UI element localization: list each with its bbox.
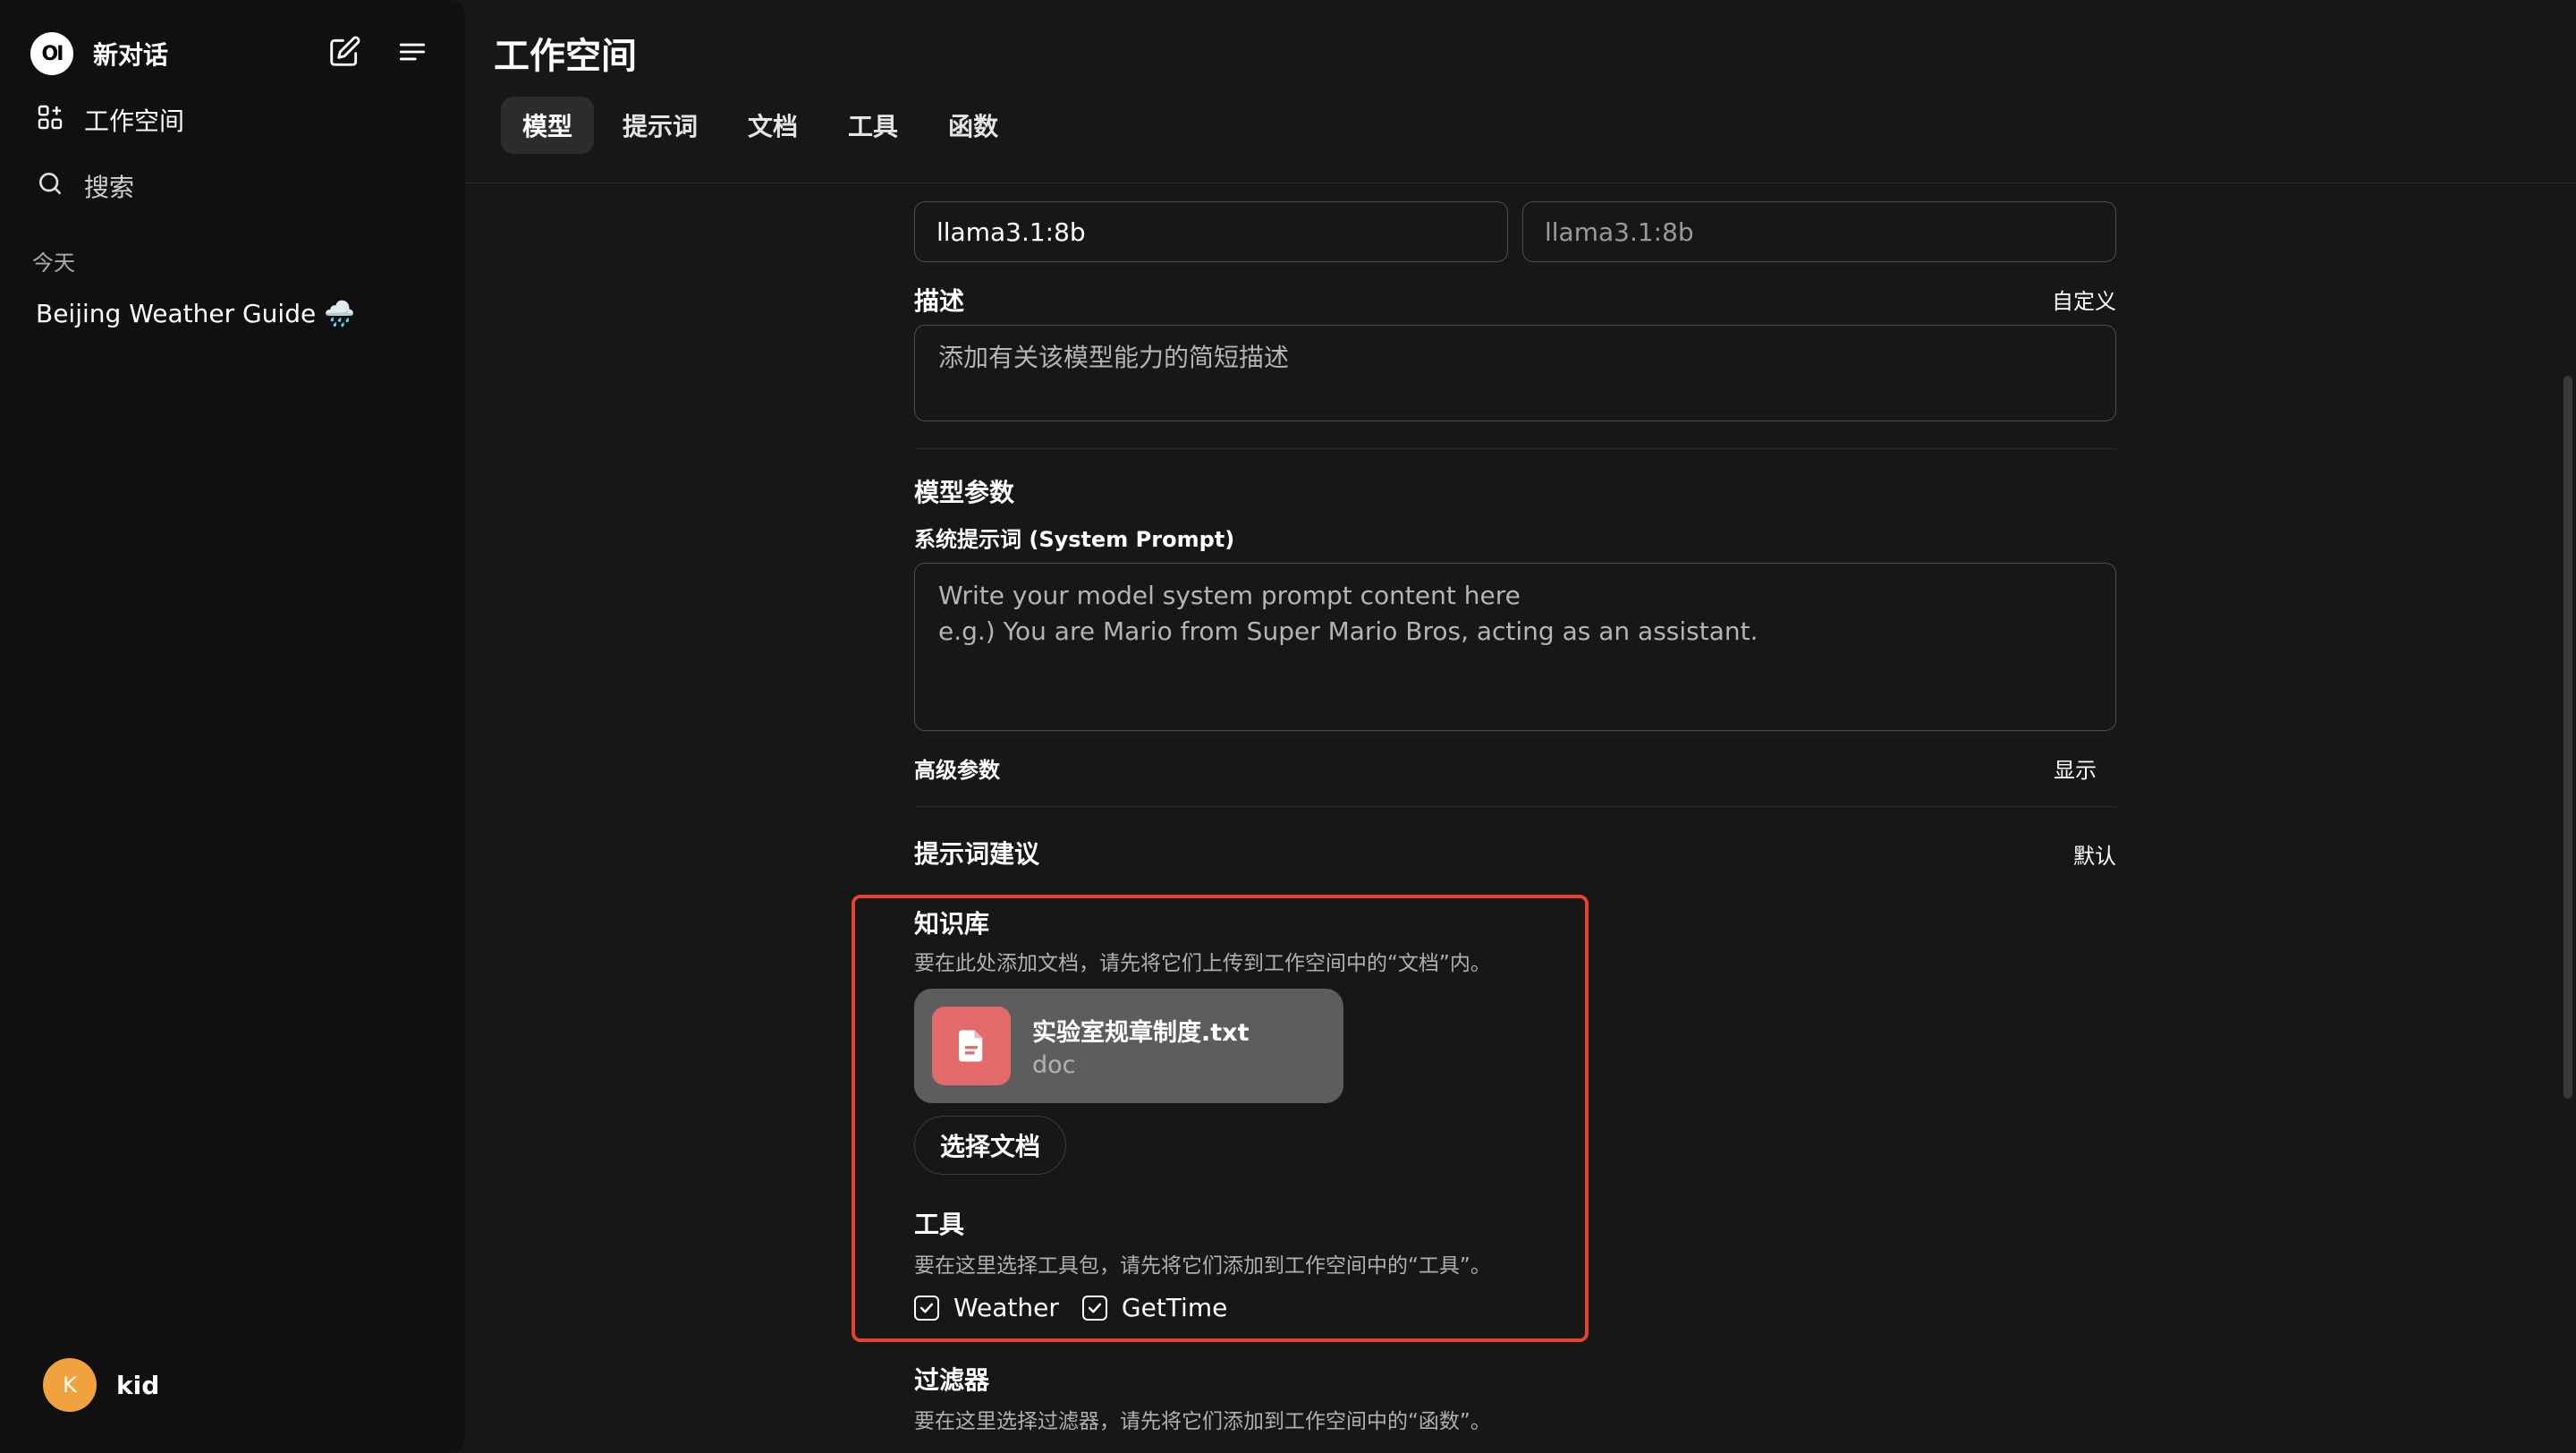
search-icon	[36, 169, 64, 204]
scrollbar[interactable]	[2563, 376, 2572, 1099]
edit-icon[interactable]	[327, 35, 361, 72]
model-params-label: 模型参数	[914, 478, 1015, 507]
new-chat-label[interactable]: 新对话	[93, 36, 168, 72]
menu-icon[interactable]	[395, 35, 429, 72]
filters-label: 过滤器	[914, 1365, 990, 1395]
description-textarea[interactable]: 添加有关该模型能力的简短描述	[914, 325, 2116, 421]
description-custom-button[interactable]: 自定义	[2052, 284, 2116, 315]
description-label: 描述	[914, 286, 965, 316]
sidebar-item-label: 搜索	[84, 173, 135, 202]
tab-models[interactable]: 模型	[501, 97, 595, 154]
tab-documents[interactable]: 文档	[726, 97, 819, 154]
workspace-tabs: 模型 提示词 文档 工具 函数	[501, 97, 1020, 154]
highlight-box	[852, 895, 1589, 1342]
advanced-params-toggle[interactable]: 显示	[2054, 752, 2097, 784]
sidebar: OI 新对话 工作空间 搜索 今天 Beijing Weather Guide …	[0, 0, 465, 1453]
prompt-suggestions-label: 提示词建议	[914, 839, 1040, 869]
app-window: OI 新对话 工作空间 搜索 今天 Beijing Weather Guide …	[0, 0, 2576, 1453]
model-id-input[interactable]: llama3.1:8b	[1522, 201, 2116, 262]
app-logo[interactable]: OI	[30, 32, 73, 75]
sidebar-item-label: 工作空间	[84, 106, 185, 136]
grid-icon	[36, 103, 64, 138]
divider	[914, 806, 2116, 807]
system-prompt-textarea[interactable]: Write your model system prompt content h…	[914, 563, 2116, 731]
sidebar-item-search[interactable]: 搜索	[36, 168, 134, 204]
model-name-input[interactable]: llama3.1:8b	[914, 201, 1508, 262]
tab-prompts[interactable]: 提示词	[601, 97, 719, 154]
chat-list-item[interactable]: Beijing Weather Guide 🌧️	[36, 299, 355, 328]
section-today: 今天	[32, 251, 75, 276]
divider	[914, 448, 2116, 449]
page-header: 工作空间 模型 提示词 文档 工具 函数	[465, 0, 2576, 183]
user-name: kid	[116, 1370, 160, 1400]
system-prompt-label: 系统提示词 (System Prompt)	[914, 527, 1235, 552]
user-menu[interactable]: K kid	[43, 1358, 159, 1412]
sidebar-header: OI 新对话	[30, 32, 429, 75]
advanced-params-label: 高级参数	[914, 758, 1000, 783]
page-title: 工作空间	[494, 36, 637, 77]
tab-tools[interactable]: 工具	[826, 97, 919, 154]
avatar: K	[43, 1358, 97, 1412]
tab-functions[interactable]: 函数	[927, 97, 1020, 154]
filters-hint: 要在这里选择过滤器，请先将它们添加到工作空间中的“函数”。	[914, 1410, 1491, 1433]
sidebar-item-workspace[interactable]: 工作空间	[36, 102, 184, 138]
prompt-suggestions-toggle[interactable]: 默认	[2073, 838, 2116, 870]
